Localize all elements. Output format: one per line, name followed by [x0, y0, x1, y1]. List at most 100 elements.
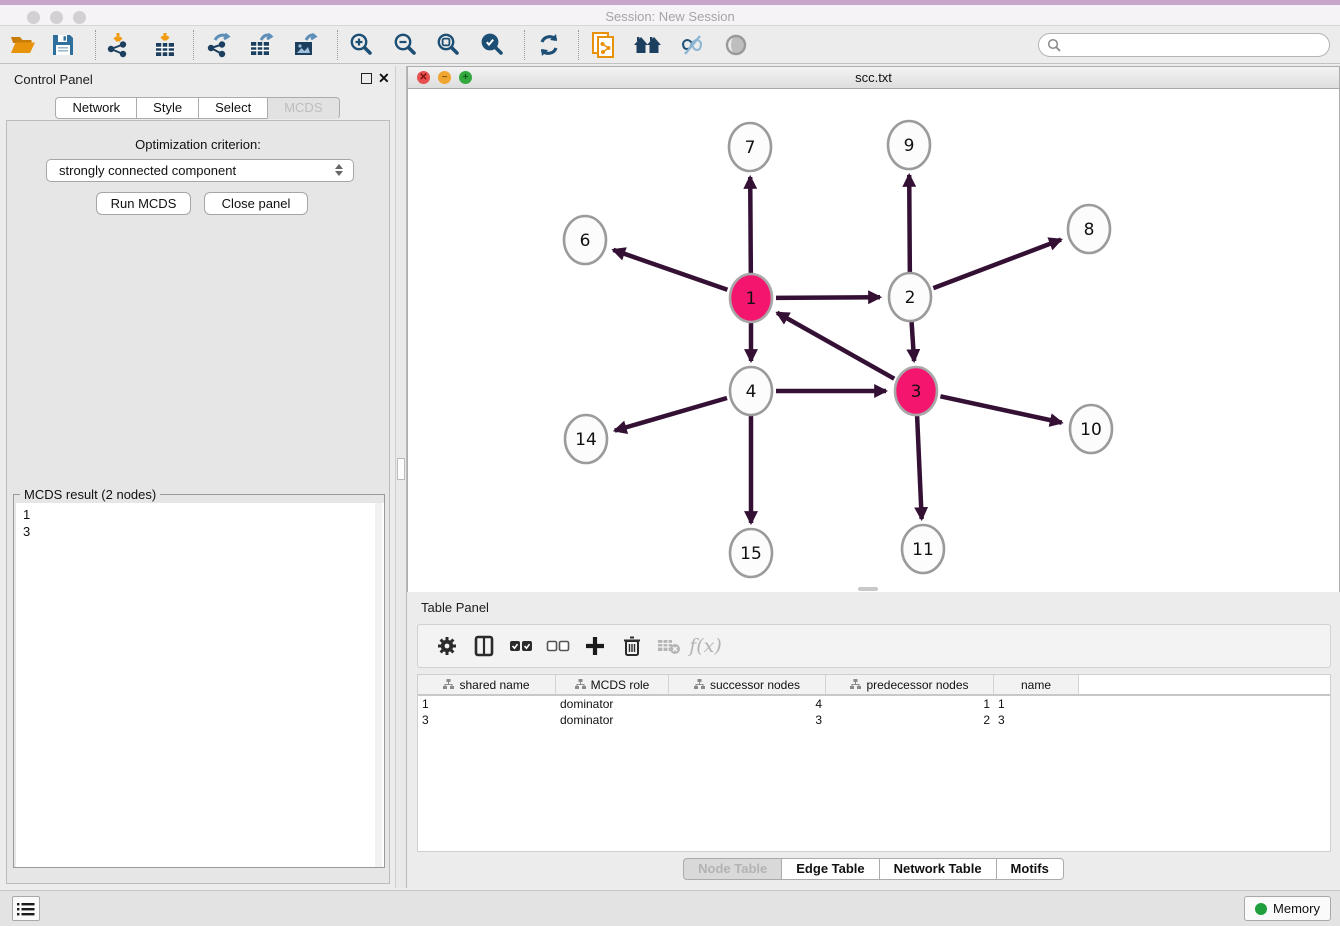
graph-node-11[interactable]: 11	[902, 525, 944, 573]
mcds-result-title: MCDS result (2 nodes)	[20, 487, 160, 502]
network-graph: 7 9 6 8 1 2 4 3 14 10 15 11	[408, 89, 1339, 592]
graph-node-9[interactable]: 9	[888, 121, 930, 169]
canvas-scroll-handle[interactable]	[858, 587, 878, 591]
status-bar: Memory	[0, 890, 1340, 926]
table-cell[interactable]: 3	[418, 712, 556, 728]
panel-divider[interactable]	[395, 66, 407, 888]
node-label: 2	[905, 288, 916, 308]
criterion-select[interactable]: strongly connected component	[46, 159, 354, 182]
table-cell[interactable]: 2	[826, 712, 994, 728]
edge-2-9[interactable]	[909, 175, 910, 272]
node-label: 14	[575, 430, 597, 450]
mcds-result-text[interactable]: 1 3	[16, 503, 384, 867]
export-image-icon[interactable]	[286, 28, 324, 62]
open-session-icon[interactable]	[4, 28, 42, 62]
export-table-icon[interactable]	[242, 28, 280, 62]
edge-3-10[interactable]	[940, 396, 1061, 422]
network-canvas[interactable]: 7 9 6 8 1 2 4 3 14 10 15 11	[408, 89, 1339, 592]
app-titlebar: Session: New Session	[0, 5, 1340, 26]
table-cell[interactable]: 3	[994, 712, 1079, 728]
table-cell[interactable]: dominator	[556, 696, 669, 712]
eye-icon[interactable]	[717, 28, 755, 62]
close-panel-button[interactable]: Close panel	[204, 192, 308, 215]
edge-1-7[interactable]	[750, 177, 751, 273]
network-window-titlebar[interactable]: ✕ − + scc.txt	[408, 67, 1339, 89]
control-panel-title: Control Panel	[14, 72, 93, 87]
delete-column-icon[interactable]	[650, 629, 687, 663]
graph-node-1[interactable]: 1	[730, 274, 772, 322]
tab-style[interactable]: Style	[136, 97, 198, 119]
graph-node-8[interactable]: 8	[1068, 205, 1110, 253]
column-header-predecessor-nodes[interactable]: predecessor nodes	[826, 675, 994, 694]
memory-status-icon	[1255, 903, 1267, 915]
run-mcds-button[interactable]: Run MCDS	[96, 192, 191, 215]
search-input[interactable]	[1038, 33, 1330, 57]
show-columns-icon[interactable]	[465, 629, 502, 663]
edge-2-8[interactable]	[933, 240, 1061, 288]
tab-network[interactable]: Network	[55, 97, 136, 119]
edge-1-6[interactable]	[613, 250, 727, 290]
graph-node-10[interactable]: 10	[1070, 405, 1112, 453]
edge-3-1[interactable]	[777, 313, 894, 379]
node-table[interactable]: shared nameMCDS rolesuccessor nodesprede…	[417, 674, 1331, 852]
control-panel-header: Control Panel ✕	[0, 66, 395, 92]
save-session-icon[interactable]	[44, 28, 82, 62]
graph-node-6[interactable]: 6	[564, 216, 606, 264]
edge-3-11[interactable]	[917, 416, 922, 519]
export-network-icon[interactable]	[199, 28, 237, 62]
add-row-icon[interactable]	[576, 629, 613, 663]
function-builder-icon[interactable]: f(x)	[687, 629, 724, 663]
tab-network-table[interactable]: Network Table	[879, 858, 996, 880]
tab-edge-table[interactable]: Edge Table	[781, 858, 878, 880]
refresh-layout-icon[interactable]	[530, 28, 568, 62]
node-label: 4	[746, 382, 757, 402]
close-panel-icon[interactable]: ✕	[378, 70, 390, 87]
result-scrollbar[interactable]	[375, 503, 382, 867]
table-cell[interactable]: dominator	[556, 712, 669, 728]
table-cell[interactable]: 1	[418, 696, 556, 712]
home-icon[interactable]	[629, 28, 667, 62]
toolbar-separator	[95, 30, 96, 60]
tab-select[interactable]: Select	[198, 97, 267, 119]
column-header-successor-nodes[interactable]: successor nodes	[669, 675, 826, 694]
column-header-name[interactable]: name	[994, 675, 1079, 694]
hide-glasses-icon[interactable]	[673, 28, 711, 62]
zoom-in-icon[interactable]	[343, 28, 381, 62]
graph-node-2[interactable]: 2	[889, 273, 931, 321]
delete-row-icon[interactable]	[613, 629, 650, 663]
memory-button[interactable]: Memory	[1244, 896, 1331, 921]
table-cell[interactable]: 3	[669, 712, 826, 728]
edge-4-14[interactable]	[615, 398, 727, 431]
tab-motifs[interactable]: Motifs	[996, 858, 1064, 880]
zoom-fit-icon[interactable]	[430, 28, 468, 62]
zoom-selected-icon[interactable]	[474, 28, 512, 62]
column-header-shared-name[interactable]: shared name	[418, 675, 556, 694]
float-panel-icon[interactable]	[361, 73, 372, 84]
import-network-icon[interactable]	[99, 28, 137, 62]
column-header-MCDS-role[interactable]: MCDS role	[556, 675, 669, 694]
import-table-icon[interactable]	[146, 28, 184, 62]
new-network-icon[interactable]	[585, 28, 623, 62]
graph-node-15[interactable]: 15	[730, 529, 772, 577]
graph-node-14[interactable]: 14	[565, 415, 607, 463]
divider-handle-icon[interactable]	[397, 458, 405, 480]
deselect-all-icon[interactable]	[539, 629, 576, 663]
criterion-value: strongly connected component	[59, 163, 236, 178]
table-row[interactable]: 1dominator411	[418, 696, 1330, 712]
table-cell[interactable]: 1	[826, 696, 994, 712]
table-cell[interactable]: 1	[994, 696, 1079, 712]
task-list-button[interactable]	[12, 896, 40, 921]
graph-node-4[interactable]: 4	[730, 367, 772, 415]
graph-node-7[interactable]: 7	[729, 123, 771, 171]
zoom-out-icon[interactable]	[387, 28, 425, 62]
node-label: 9	[904, 136, 915, 156]
tab-node-table[interactable]: Node Table	[683, 858, 781, 880]
tab-mcds[interactable]: MCDS	[267, 97, 339, 119]
graph-node-3[interactable]: 3	[895, 367, 937, 415]
select-all-icon[interactable]	[502, 629, 539, 663]
table-row[interactable]: 3dominator323	[418, 712, 1330, 728]
edge-1-2[interactable]	[776, 297, 880, 298]
table-settings-icon[interactable]	[428, 629, 465, 663]
edge-2-3[interactable]	[912, 322, 914, 361]
table-cell[interactable]: 4	[669, 696, 826, 712]
